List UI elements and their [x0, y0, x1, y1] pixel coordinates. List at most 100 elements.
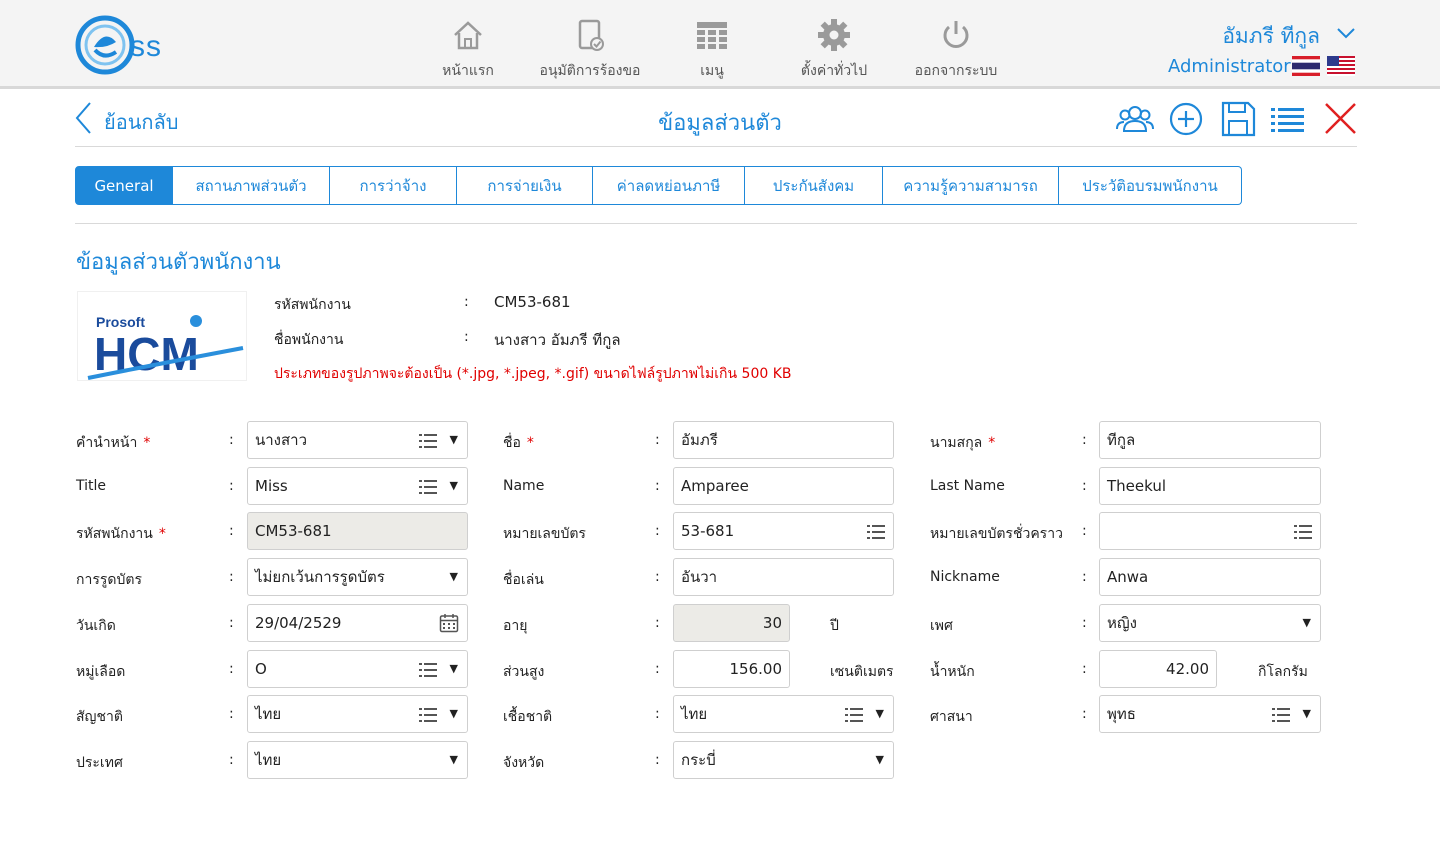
- colon: :: [655, 432, 660, 448]
- nav-settings[interactable]: ตั้งค่าทั่วไป: [769, 18, 899, 80]
- title-en-label: Title: [76, 478, 107, 494]
- emp-code-label: รหัสพนักงาน *: [76, 526, 166, 542]
- card-swipe-select[interactable]: ไม่ยกเว้นการรูดบัตร ▼: [247, 558, 468, 596]
- info-emp-name: นางสาว อัมภรี ทีกูล: [494, 331, 621, 349]
- caret-down-icon[interactable]: ▼: [450, 707, 458, 720]
- list-icon[interactable]: [1268, 99, 1308, 139]
- emp-code-field: CM53-681: [247, 512, 468, 550]
- tab-personal-status[interactable]: สถานภาพส่วนตัว: [173, 166, 330, 205]
- first-name-label: ชื่อ *: [503, 435, 534, 451]
- id-card-value: 53-681: [681, 522, 735, 540]
- employee-photo[interactable]: Prosoft HCM: [77, 291, 247, 381]
- gear-icon: [818, 19, 850, 51]
- nickname-th-label: ชื่อเล่น: [503, 572, 544, 588]
- nickname-th-input[interactable]: อันวา: [673, 558, 894, 596]
- prefix-value: นางสาว: [255, 431, 308, 449]
- colon: :: [655, 523, 660, 539]
- divider: [75, 146, 1357, 147]
- list-picker-icon[interactable]: [845, 707, 863, 723]
- nickname-en-input[interactable]: Anwa: [1099, 558, 1321, 596]
- list-picker-icon[interactable]: [419, 707, 437, 723]
- name-en-label: Name: [503, 478, 545, 494]
- nav-approve[interactable]: อนุมัติการร้องขอ: [525, 18, 655, 80]
- tab-tax-deduction[interactable]: ค่าลดหย่อนภาษี: [593, 166, 745, 205]
- user-menu[interactable]: อัมภรี ทีกูล: [1222, 20, 1320, 53]
- list-picker-icon[interactable]: [1272, 707, 1290, 723]
- height-unit: เซนติเมตร: [830, 664, 894, 680]
- card-swipe-value: ไม่ยกเว้นการรูดบัตร: [255, 568, 385, 586]
- prefix-select[interactable]: นางสาว ▼: [247, 421, 468, 459]
- country-select[interactable]: ไทย ▼: [247, 741, 468, 779]
- calendar-icon[interactable]: [439, 613, 459, 633]
- caret-down-icon[interactable]: ▼: [1303, 616, 1311, 629]
- required-mark: *: [988, 435, 996, 451]
- add-icon[interactable]: [1166, 99, 1206, 139]
- caret-down-icon[interactable]: ▼: [876, 753, 884, 766]
- id-card-input[interactable]: 53-681: [673, 512, 894, 550]
- thai-flag-icon[interactable]: [1292, 56, 1320, 76]
- last-name-en-input[interactable]: Theekul: [1099, 467, 1321, 505]
- group-users-icon[interactable]: [1115, 99, 1155, 139]
- approve-document-icon: [578, 19, 604, 51]
- country-label: ประเทศ: [76, 755, 123, 771]
- nav-menu-label: เมนู: [700, 63, 724, 79]
- colon: :: [1082, 432, 1087, 448]
- colon: :: [229, 661, 234, 677]
- us-flag-icon[interactable]: [1327, 56, 1355, 76]
- nav-approve-label: อนุมัติการร้องขอ: [539, 63, 641, 79]
- colon: :: [655, 752, 660, 768]
- title-en-select[interactable]: Miss ▼: [247, 467, 468, 505]
- birth-date-field[interactable]: 29/04/2529: [247, 604, 468, 642]
- save-icon[interactable]: [1218, 99, 1258, 139]
- caret-down-icon[interactable]: ▼: [876, 707, 884, 720]
- first-name-input[interactable]: อัมภรี: [673, 421, 894, 459]
- nickname-en-value: Anwa: [1107, 568, 1149, 586]
- nav-settings-label: ตั้งค่าทั่วไป: [800, 63, 868, 79]
- tab-general[interactable]: General: [75, 166, 173, 205]
- tab-social-security[interactable]: ประกันสังคม: [745, 166, 883, 205]
- close-icon[interactable]: [1320, 99, 1360, 139]
- tab-training-history[interactable]: ประวัติอบรมพนักงาน: [1059, 166, 1242, 205]
- nav-menu[interactable]: เมนู: [647, 18, 777, 80]
- caret-down-icon[interactable]: ▼: [450, 479, 458, 492]
- nav-home[interactable]: หน้าแรก: [403, 18, 533, 80]
- gender-select[interactable]: หญิง ▼: [1099, 604, 1321, 642]
- caret-down-icon[interactable]: ▼: [450, 570, 458, 583]
- tab-payment[interactable]: การจ่ายเงิน: [457, 166, 593, 205]
- province-select[interactable]: กระบี่ ▼: [673, 741, 894, 779]
- colon: :: [655, 661, 660, 677]
- height-input[interactable]: 156.00: [673, 650, 790, 688]
- id-card-label: หมายเลขบัตร: [503, 526, 586, 542]
- list-picker-icon[interactable]: [419, 433, 437, 449]
- tab-employment[interactable]: การว่าจ้าง: [330, 166, 457, 205]
- caret-down-icon[interactable]: ▼: [450, 662, 458, 675]
- colon: :: [1082, 523, 1087, 539]
- weight-unit: กิโลกรัม: [1258, 664, 1308, 680]
- nav-logout[interactable]: ออกจากระบบ: [891, 18, 1021, 80]
- list-picker-icon[interactable]: [867, 524, 885, 540]
- nationality-select[interactable]: ไทย ▼: [247, 695, 468, 733]
- weight-input[interactable]: 42.00: [1099, 650, 1217, 688]
- ess-logo: [75, 15, 135, 75]
- race-label: เชื้อชาติ: [503, 709, 553, 725]
- list-picker-icon[interactable]: [419, 479, 437, 495]
- divider: [75, 223, 1357, 224]
- colon: :: [229, 432, 234, 448]
- caret-down-icon[interactable]: ▼: [1303, 707, 1311, 720]
- caret-down-icon[interactable]: ▼: [450, 753, 458, 766]
- chevron-down-icon[interactable]: [1336, 26, 1356, 40]
- tab-skills[interactable]: ความรู้ความสามารถ: [883, 166, 1059, 205]
- temp-card-input[interactable]: [1099, 512, 1321, 550]
- power-icon: [943, 21, 969, 48]
- race-select[interactable]: ไทย ▼: [673, 695, 894, 733]
- last-name-input[interactable]: ทีกูล: [1099, 421, 1321, 459]
- caret-down-icon[interactable]: ▼: [450, 433, 458, 446]
- blood-group-select[interactable]: O ▼: [247, 650, 468, 688]
- emp-code-value: CM53-681: [255, 522, 332, 540]
- tab-bar: General สถานภาพส่วนตัว การว่าจ้าง การจ่า…: [75, 166, 1242, 205]
- list-picker-icon[interactable]: [1294, 524, 1312, 540]
- name-en-input[interactable]: Amparee: [673, 467, 894, 505]
- religion-select[interactable]: พุทธ ▼: [1099, 695, 1321, 733]
- list-picker-icon[interactable]: [419, 662, 437, 678]
- prosoft-hcm-logo: Prosoft HCM: [87, 314, 244, 380]
